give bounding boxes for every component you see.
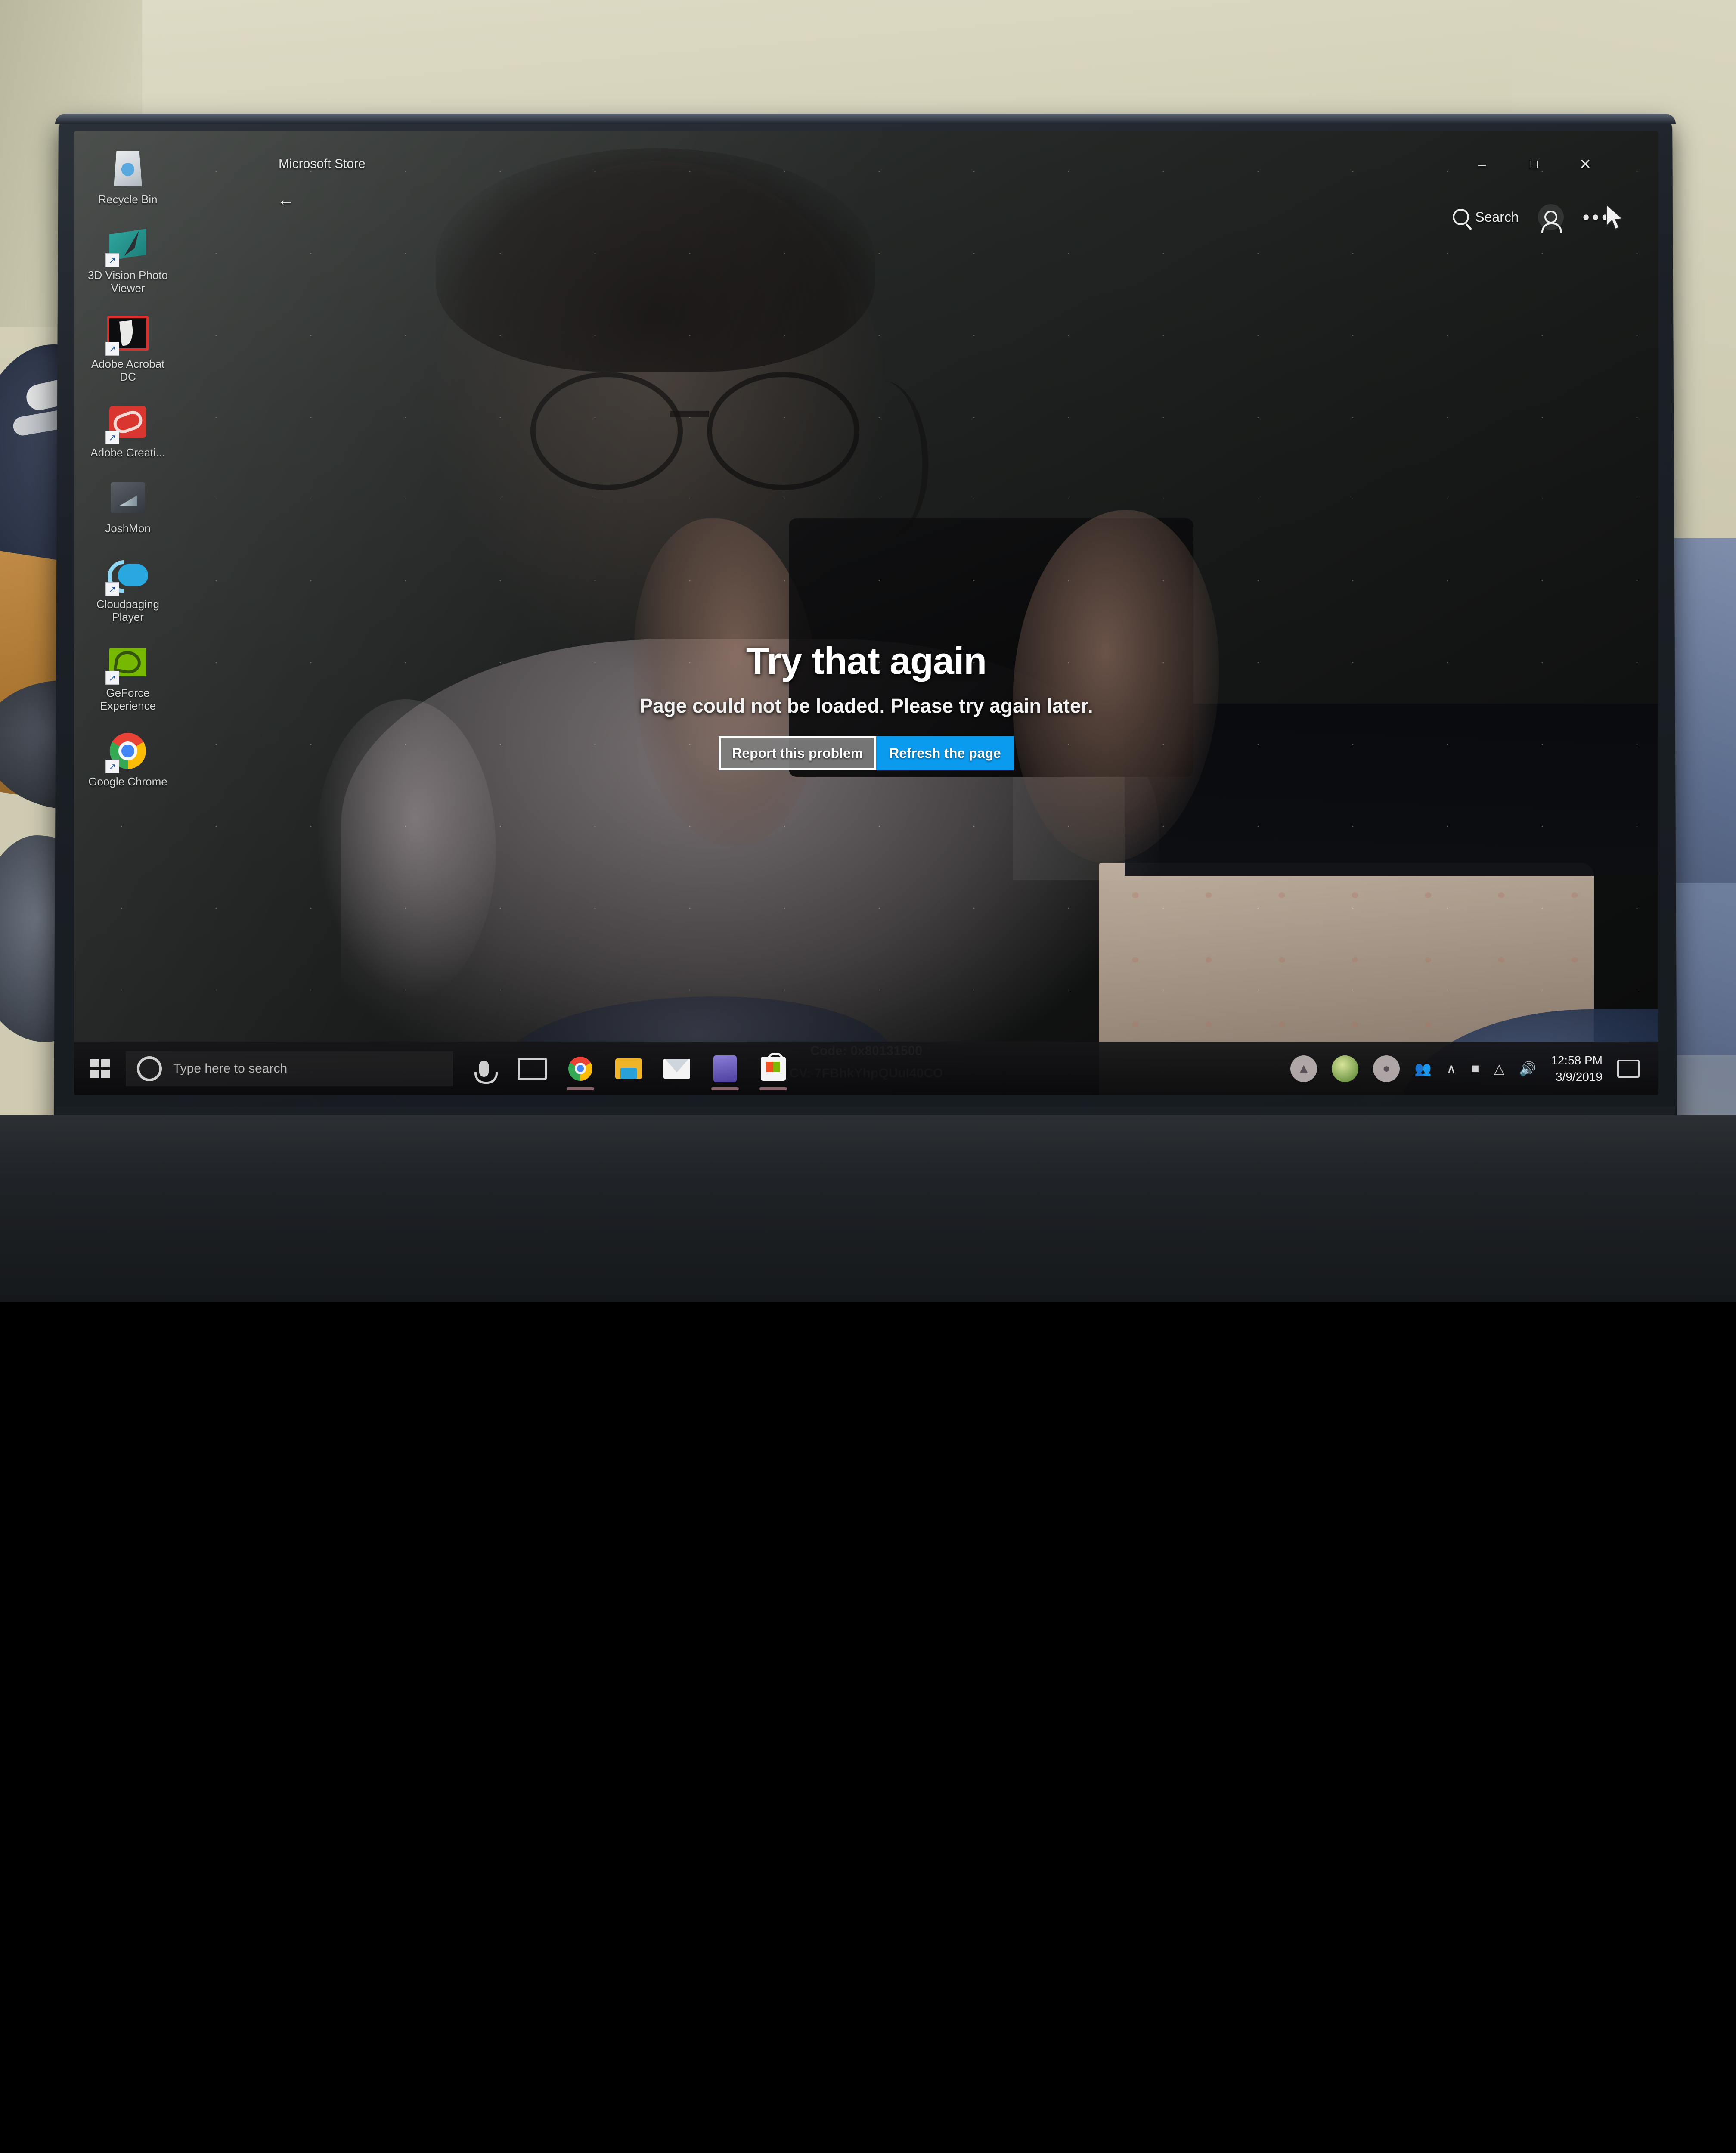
tray-avatar-a[interactable]: ▲ <box>1290 1055 1318 1082</box>
desktop-icon-label: GeForce Experience <box>99 686 156 712</box>
shortcut-arrow-icon: ↗ <box>105 760 119 773</box>
minimize-button[interactable]: – <box>1456 148 1508 181</box>
geforce-experience-icon: ↗ <box>105 642 149 685</box>
desktop-icon-label: Google Chrome <box>88 775 167 788</box>
error-heading: Try that again <box>746 639 987 682</box>
laptop-screen: Recycle Bin ↗ 3D Vision Photo Viewer ↗ A… <box>74 131 1658 1095</box>
google-chrome-icon: ↗ <box>105 730 149 773</box>
tray-avatar-person[interactable]: ● <box>1373 1055 1400 1082</box>
search-button[interactable]: Search <box>1453 209 1519 225</box>
adobe-creative-cloud-icon: ↗ <box>105 401 149 444</box>
desktop-icon-label: Cloudpaging Player <box>96 598 159 624</box>
store-toolbar: Search ••• <box>1453 204 1611 233</box>
people-icon[interactable]: 👥 <box>1414 1061 1432 1077</box>
shortcut-arrow-icon: ↗ <box>105 431 119 444</box>
desktop-icon-geforce-experience[interactable]: ↗ GeForce Experience <box>87 642 169 712</box>
store-error-block: Try that again Page could not be loaded.… <box>479 639 1254 770</box>
start-button[interactable] <box>74 1059 126 1078</box>
windows-taskbar: Type here to search ▲ ● 👥 ∧ ■ △ 🔊 12:58 … <box>74 1042 1658 1095</box>
desktop-icon-label: Adobe Acrobat DC <box>91 357 165 383</box>
mouse-cursor-icon <box>1606 204 1624 230</box>
action-center-icon[interactable] <box>1617 1059 1640 1078</box>
desktop-icon-adobe-creative-cloud[interactable]: ↗ Adobe Creati... <box>87 401 169 459</box>
joshmon-icon <box>107 477 149 518</box>
desktop-icon-cloudpaging-player[interactable]: ↗ Cloudpaging Player <box>87 553 169 624</box>
shortcut-arrow-icon: ↗ <box>105 671 119 685</box>
desktop-icon-3d-vision-photo-viewer[interactable]: ↗ 3D Vision Photo Viewer <box>87 224 169 295</box>
microsoft-store-icon[interactable] <box>758 1052 789 1090</box>
desktop-icon-list: Recycle Bin ↗ 3D Vision Photo Viewer ↗ A… <box>87 148 177 806</box>
lid-top-edge <box>55 114 1676 124</box>
shortcut-arrow-icon: ↗ <box>105 253 119 267</box>
search-label: Search <box>1475 209 1519 225</box>
mail-icon[interactable] <box>661 1053 692 1084</box>
clock-time: 12:58 PM <box>1551 1053 1603 1067</box>
account-avatar[interactable] <box>1538 204 1564 233</box>
store-library-icon[interactable] <box>710 1053 741 1090</box>
cloudpaging-player-icon: ↗ <box>105 553 149 596</box>
desktop-icon-joshmon[interactable]: JoshMon <box>87 477 169 535</box>
battery-icon[interactable]: ■ <box>1471 1061 1479 1076</box>
maximize-button[interactable]: □ <box>1508 148 1559 181</box>
3d-vision-photo-viewer-icon: ↗ <box>105 224 149 267</box>
report-this-problem-button[interactable]: Report this problem <box>719 736 877 770</box>
store-chrome: Microsoft Store ← – □ ✕ Search ••• <box>186 131 1658 1095</box>
taskbar-search-placeholder: Type here to search <box>173 1061 288 1076</box>
desktop-icon-label: Recycle Bin <box>98 193 158 206</box>
show-hidden-icons-chevron[interactable]: ∧ <box>1446 1061 1456 1077</box>
close-button[interactable]: ✕ <box>1559 148 1611 181</box>
adobe-acrobat-icon: ↗ <box>105 313 149 356</box>
file-explorer-icon[interactable] <box>613 1053 644 1084</box>
search-icon <box>1453 209 1469 225</box>
microphone-icon[interactable] <box>468 1053 499 1084</box>
window-title: Microsoft Store <box>279 157 366 171</box>
desktop-icon-recycle-bin[interactable]: Recycle Bin <box>87 148 169 206</box>
taskbar-search-box[interactable]: Type here to search <box>126 1051 453 1086</box>
recycle-bin-icon <box>107 148 149 189</box>
taskbar-clock[interactable]: 12:58 PM 3/9/2019 <box>1551 1052 1603 1085</box>
error-message: Page could not be loaded. Please try aga… <box>639 695 1093 717</box>
person-icon <box>1541 211 1562 233</box>
shortcut-arrow-icon: ↗ <box>105 342 119 356</box>
desktop-icon-label: Adobe Creati... <box>90 446 165 459</box>
error-actions: Report this problem Refresh the page <box>479 736 1254 770</box>
back-arrow-icon[interactable]: ← <box>277 191 297 211</box>
desktop-icon-adobe-acrobat-dc[interactable]: ↗ Adobe Acrobat DC <box>87 313 169 383</box>
taskbar-app-icons <box>468 1052 789 1090</box>
windows-logo-icon <box>90 1059 110 1078</box>
system-tray: ▲ ● 👥 ∧ ■ △ 🔊 12:58 PM 3/9/2019 <box>1290 1052 1658 1085</box>
cortana-icon <box>137 1056 162 1081</box>
network-icon[interactable]: △ <box>1494 1061 1505 1077</box>
desktop-icon-google-chrome[interactable]: ↗ Google Chrome <box>87 730 169 788</box>
refresh-the-page-button[interactable]: Refresh the page <box>876 736 1014 770</box>
clock-date: 3/9/2019 <box>1556 1070 1603 1083</box>
window-controls: – □ ✕ <box>1456 148 1611 181</box>
desktop-icon-label: JoshMon <box>105 522 151 535</box>
laptop-base: F4 F5 F6 F7 F8 F9 F10 F11 F12 PrtScr Ins… <box>0 1115 1736 1302</box>
volume-icon[interactable]: 🔊 <box>1519 1061 1536 1077</box>
tray-avatar-photo[interactable] <box>1332 1055 1359 1082</box>
taskbar-google-chrome-icon[interactable] <box>565 1053 596 1090</box>
desktop-icon-label: 3D Vision Photo Viewer <box>88 269 168 295</box>
task-view-icon[interactable] <box>517 1053 548 1084</box>
shortcut-arrow-icon: ↗ <box>105 582 119 596</box>
